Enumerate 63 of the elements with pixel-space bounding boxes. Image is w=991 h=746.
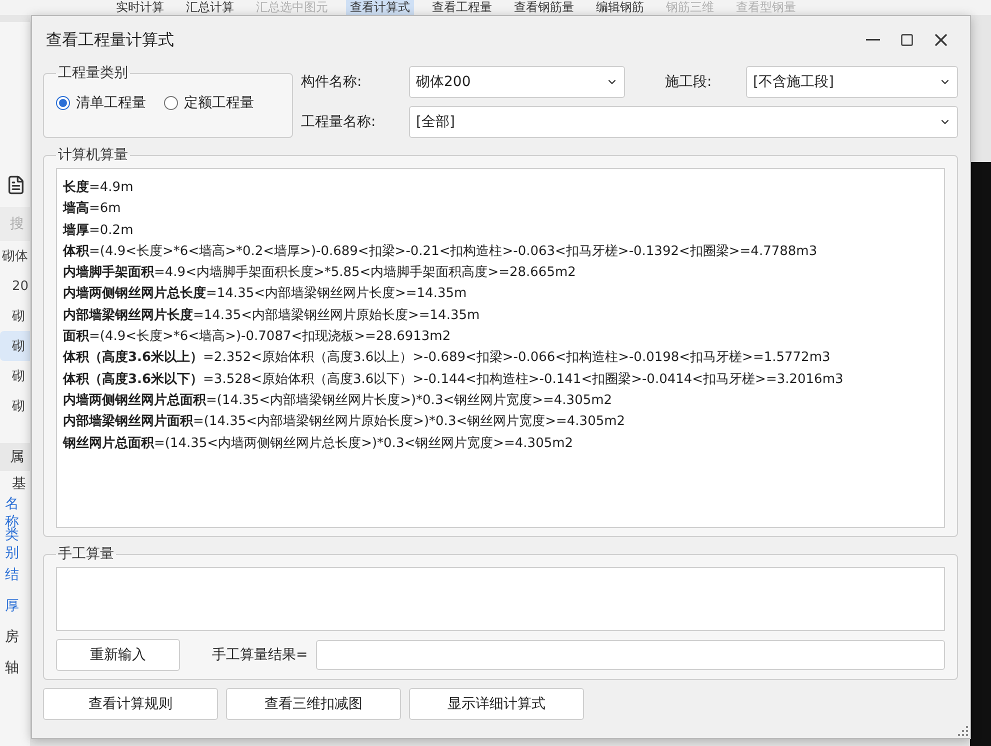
field-label: 工程量名称: [301, 113, 377, 131]
radio-label: 定额工程量 [184, 94, 254, 112]
formula-line: 内墙脚手架面积=4.9<内墙脚手架面积长度>*5.85<内墙脚手架面积高度>=28.665m2 [63, 264, 577, 282]
radio-option[interactable]: 定额工程量 [164, 94, 254, 112]
toolbar-button[interactable]: 编辑钢筋 [592, 0, 648, 15]
radio-button[interactable] [56, 96, 70, 110]
property-name: 名称 [4, 497, 20, 528]
manual-input-area[interactable] [56, 567, 945, 631]
formula-line: 长度=4.9m [63, 178, 134, 197]
tree-item[interactable]: 砌体 [0, 241, 30, 271]
toolbar-button[interactable]: 实时计算 [112, 0, 168, 15]
toolbar-button[interactable]: 汇总计算 [182, 0, 238, 15]
property-group[interactable]: 基 [0, 471, 30, 497]
select-value: [不含施工段] [753, 73, 834, 91]
dialog-button[interactable]: 显示详细计算式 [409, 688, 584, 720]
tree-item[interactable]: 砌 [0, 361, 30, 391]
formula-line: 体积（高度3.6米以下）=3.528<原始体积（高度3.6以下）>-0.144<扣构造柱>-0.141<扣圈梁>-0.0414<扣马牙槎>=3.2016m3 [63, 370, 844, 389]
dialog-button[interactable]: 查看三维扣减图 [226, 688, 401, 720]
construction-stage-select[interactable]: [不含施工段] [746, 66, 958, 98]
group-legend: 工程量类别 [56, 64, 130, 82]
toolbar-button[interactable]: 查看工程量 [428, 0, 496, 15]
resize-grip-icon[interactable] [958, 726, 968, 736]
formula-line: 体积（高度3.6米以上）=2.352<原始体积（高度3.6以上）>-0.689<扣梁>-0.066<扣构造柱>-0.0198<扣马牙槎>=1.5772m3 [63, 348, 832, 368]
property-name: 厚 [4, 596, 20, 616]
tree-item[interactable]: 砌 [0, 331, 30, 361]
property-name: 轴 [4, 658, 20, 678]
formula-line: 面积=(4.9<长度>*6<墙高>)-0.7087<扣现浇板>=28.6913m2 [63, 328, 452, 346]
quantity-name-select[interactable]: [全部] [409, 106, 958, 138]
radio-button[interactable] [164, 96, 178, 110]
formula-line: 钢丝网片总面积=(14.35<内墙两侧钢丝网片总长度>)*0.3<钢丝网片宽度>=4.305m2 [63, 434, 574, 453]
result-field[interactable] [316, 640, 945, 670]
window-title: 查看工程量计算式 [46, 30, 175, 50]
property-name: 房 [4, 628, 20, 646]
group-legend: 计算机算量 [56, 146, 130, 164]
result-label: 手工算量结果= [212, 646, 308, 664]
tree-item[interactable]: 砌 [0, 391, 30, 421]
maximize-icon [900, 33, 914, 47]
field-label: 构件名称: [301, 73, 363, 91]
property-name: 结 [4, 566, 20, 584]
tree-item[interactable]: 砌 [0, 301, 30, 331]
properties-header: 属 [0, 443, 30, 471]
radio-label: 清单工程量 [76, 94, 146, 112]
field-label: 施工段: [664, 73, 713, 91]
formula-line: 内墙两侧钢丝网片总长度=14.35<内部墙梁钢丝网片长度>=14.35m [63, 284, 468, 304]
radio-option[interactable]: 清单工程量 [56, 94, 146, 112]
property-name: 类别 [4, 528, 20, 559]
select-value: [全部] [416, 113, 455, 131]
tree-item[interactable]: 20 [0, 271, 30, 301]
dialog-button[interactable]: 查看计算规则 [43, 688, 218, 720]
component-name-select[interactable]: 砌体200 [409, 66, 625, 98]
formula-line: 内部墙梁钢丝网片长度=14.35<内部墙梁钢丝网片原始长度>=14.35m [63, 306, 481, 325]
select-value: 砌体200 [416, 73, 471, 91]
group-legend: 手工算量 [56, 545, 116, 563]
document-icon[interactable] [6, 175, 26, 195]
formula-line: 墙高=6m [63, 200, 122, 218]
minimize-icon [866, 39, 880, 41]
formula-line: 体积=(4.9<长度>*6<墙高>*0.2<墙厚>)-0.689<扣梁>-0.21<扣构造柱>-0.063<扣马牙槎>-0.1392<扣圈梁>=4.7788m3 [63, 242, 818, 261]
formula-line: 内部墙梁钢丝网片面积=(14.35<内部墙梁钢丝网片原始长度>)*0.3<钢丝网片宽度>=4.305m2 [63, 412, 626, 432]
formula-line: 内墙两侧钢丝网片总面积=(14.35<内部墙梁钢丝网片长度>)*0.3<钢丝网片宽度>=4.305m2 [63, 392, 614, 410]
toolbar-button[interactable]: 查看钢筋量 [510, 0, 578, 15]
formula-line: 墙厚=0.2m [63, 222, 134, 240]
reenter-button[interactable]: 重新输入 [56, 639, 180, 671]
toolbar-button[interactable]: 查看计算式 [346, 0, 414, 15]
